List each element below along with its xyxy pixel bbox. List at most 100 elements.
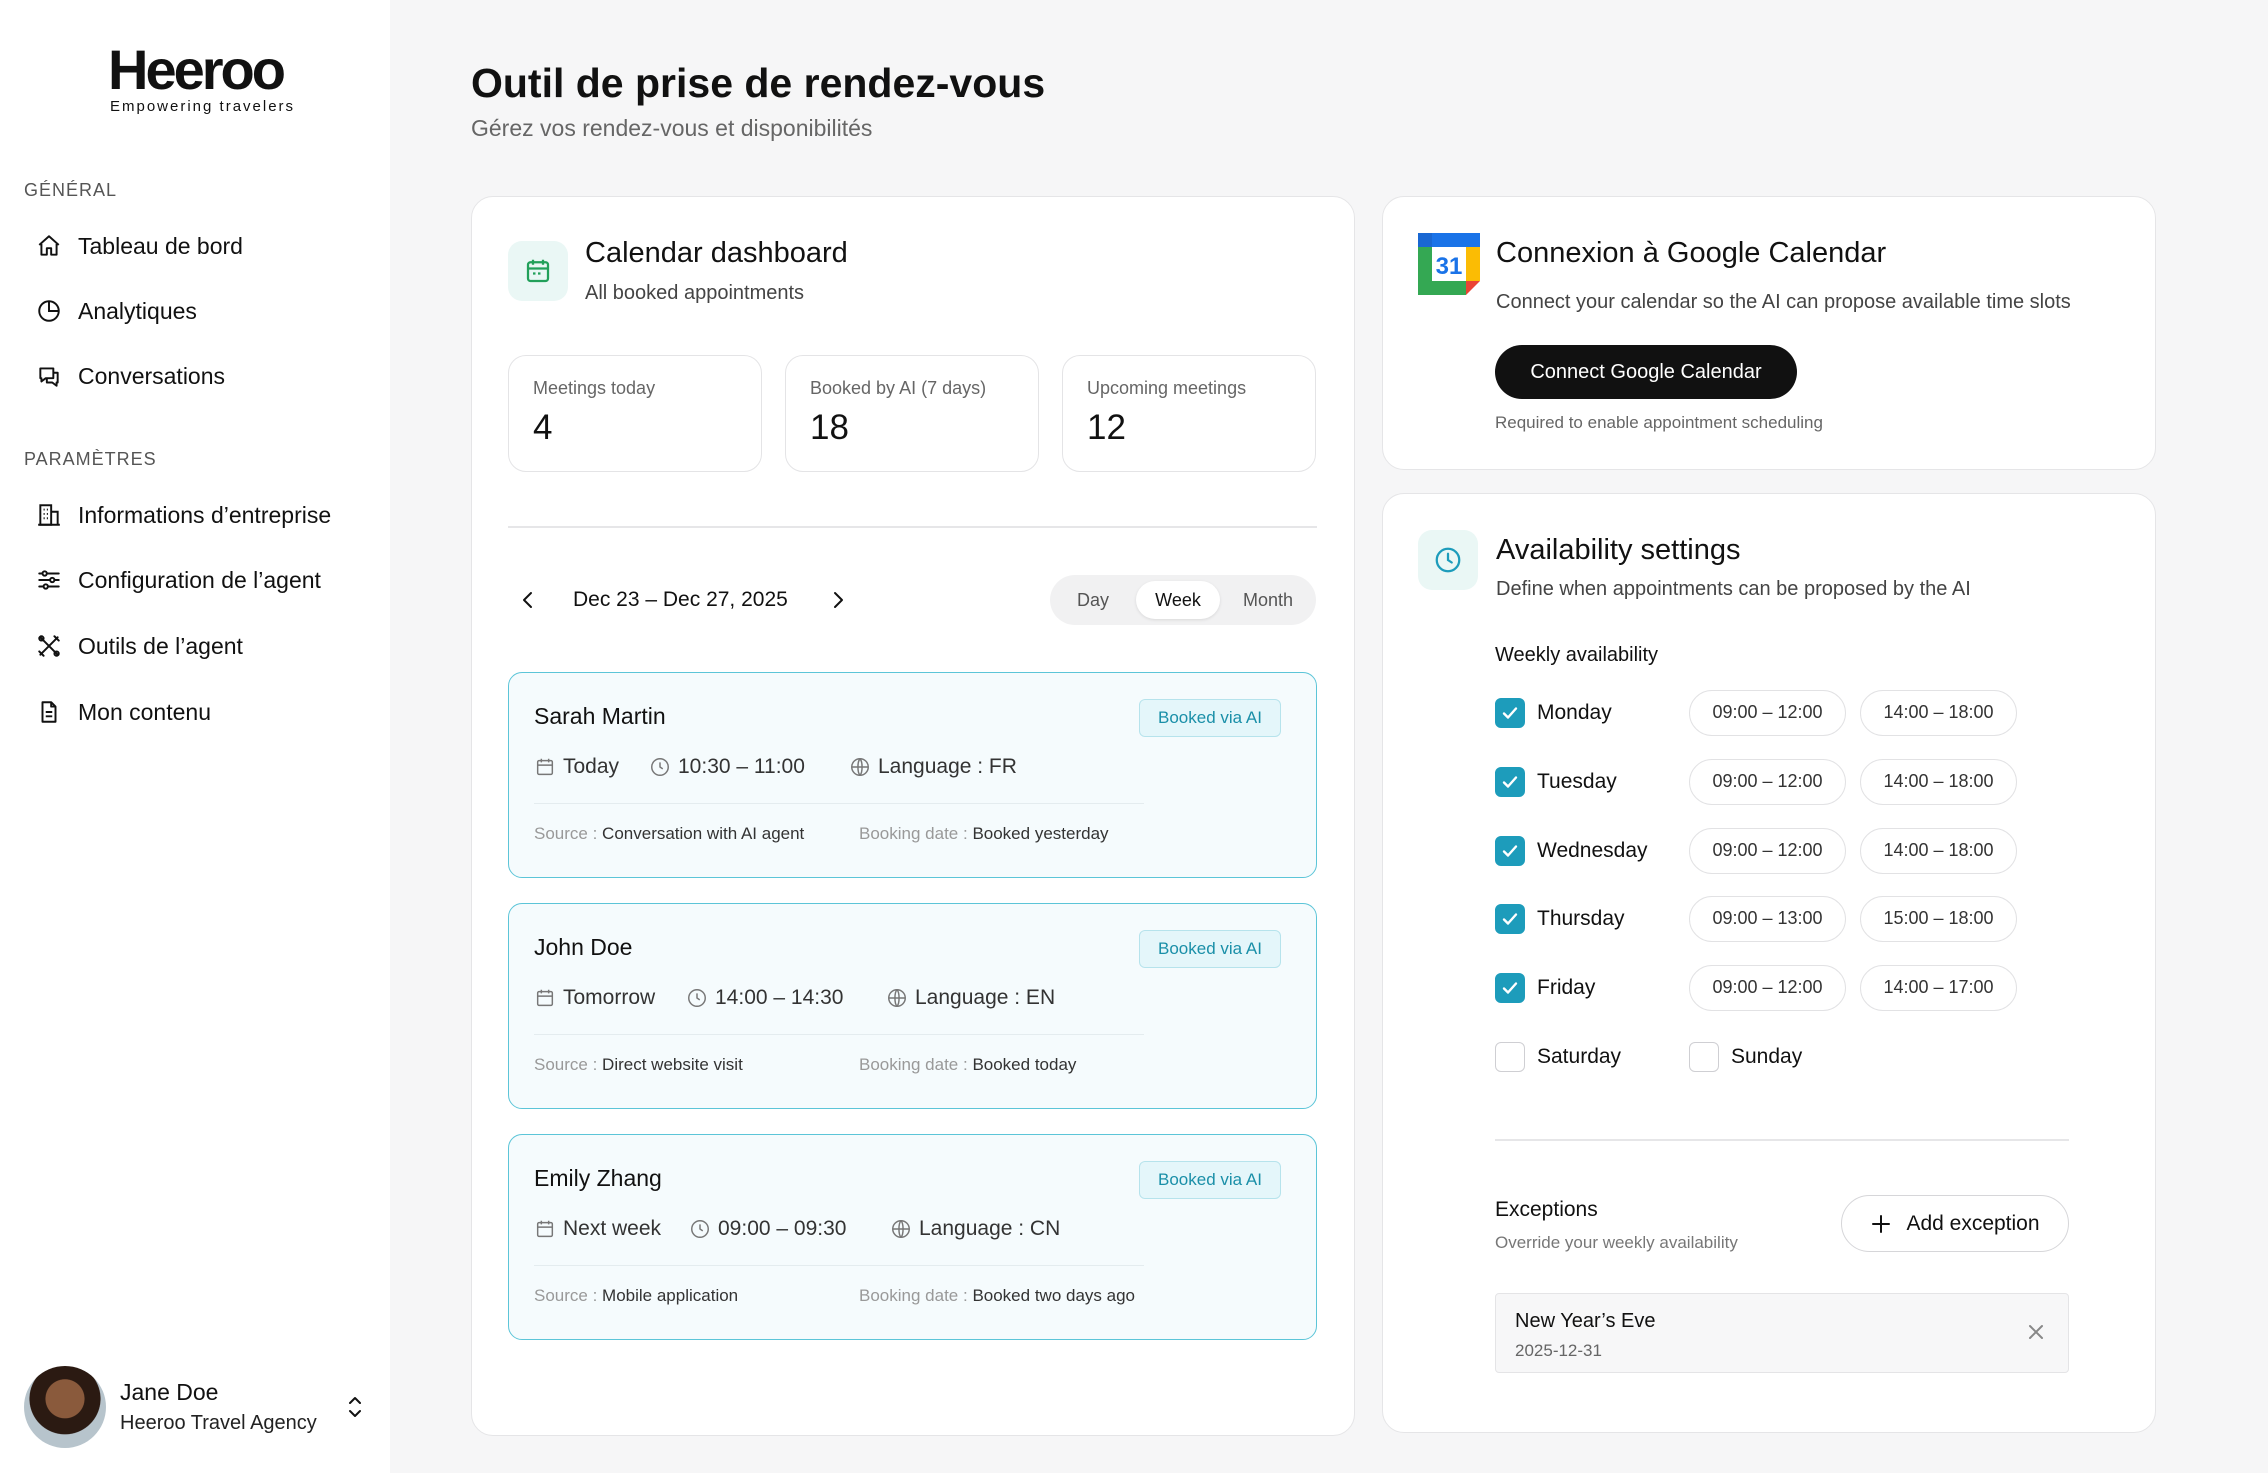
appointment-source: Source : Conversation with AI agent — [534, 824, 805, 843]
time-slot[interactable]: 14:00 – 18:00 — [1860, 759, 2017, 805]
brand-tagline: Empowering travelers — [110, 98, 296, 115]
sliders-icon — [36, 567, 62, 593]
appointment-card[interactable]: Sarah Martin Booked via AI Today 10:30 –… — [508, 672, 1317, 878]
appointment-time: 14:00 – 14:30 — [686, 986, 843, 1010]
add-exception-label: Add exception — [1906, 1211, 2040, 1235]
chat-icon — [36, 363, 62, 389]
close-icon[interactable] — [2026, 1322, 2046, 1342]
time-slot[interactable]: 09:00 – 12:00 — [1689, 759, 1846, 805]
sidebar-item-label: Informations d’entreprise — [78, 501, 332, 528]
chevron-right-icon[interactable] — [828, 588, 848, 612]
day-checkbox[interactable] — [1495, 904, 1525, 934]
sidebar-item-label: Analytiques — [78, 297, 197, 324]
google-calendar-day: 31 — [1436, 253, 1463, 280]
user-org: Heeroo Travel Agency — [120, 1412, 317, 1434]
appointment-time: 10:30 – 11:00 — [649, 755, 805, 779]
day-name: Thursday — [1537, 907, 1625, 930]
clock-icon — [686, 987, 708, 1009]
calendar-icon — [534, 987, 556, 1009]
day-name: Monday — [1537, 701, 1612, 724]
day-checkbox[interactable] — [1689, 1042, 1719, 1072]
stat-booked-by-ai: Booked by AI (7 days) 18 — [785, 355, 1039, 472]
calendar-subtitle: All booked appointments — [585, 282, 805, 304]
exceptions-title: Exceptions — [1495, 1198, 1598, 1221]
sidebar-item-my-content[interactable]: Mon contenu — [36, 692, 211, 732]
appointment-language: Language : EN — [886, 986, 1055, 1010]
add-exception-button[interactable]: Add exception — [1841, 1195, 2069, 1252]
view-day-button[interactable]: Day — [1056, 581, 1130, 619]
appointment-source: Source : Mobile application — [534, 1286, 739, 1305]
time-slot[interactable]: 09:00 – 12:00 — [1689, 965, 1846, 1011]
stat-label: Booked by AI (7 days) — [810, 378, 987, 398]
day-name: Saturday — [1537, 1045, 1622, 1068]
appointment-booking-date: Booking date : Booked two days ago — [859, 1286, 1135, 1305]
time-slot[interactable]: 09:00 – 12:00 — [1689, 828, 1846, 874]
google-subtitle: Connect your calendar so the AI can prop… — [1496, 291, 2071, 313]
sidebar-item-conversations[interactable]: Conversations — [36, 356, 225, 396]
time-slot[interactable]: 09:00 – 12:00 — [1689, 690, 1846, 736]
appointment-name: John Doe — [534, 934, 633, 960]
sidebar-item-agent-config[interactable]: Configuration de l’agent — [36, 560, 321, 600]
date-range: Dec 23 – Dec 27, 2025 — [573, 588, 788, 611]
day-checkbox[interactable] — [1495, 836, 1525, 866]
sidebar-item-label: Outils de l’agent — [78, 632, 243, 659]
appointment-name: Sarah Martin — [534, 703, 666, 729]
globe-icon — [849, 756, 871, 778]
booked-via-ai-badge: Booked via AI — [1139, 930, 1281, 968]
sidebar-item-dashboard[interactable]: Tableau de bord — [36, 226, 243, 266]
sidebar-item-label: Tableau de bord — [78, 232, 243, 259]
time-slot[interactable]: 09:00 – 13:00 — [1689, 896, 1846, 942]
stat-value: 4 — [533, 408, 553, 447]
brand-name: Heeroo — [108, 38, 286, 101]
globe-icon — [886, 987, 908, 1009]
appointment-day: Tomorrow — [534, 986, 655, 1010]
day-checkbox[interactable] — [1495, 698, 1525, 728]
plus-icon — [1870, 1213, 1892, 1235]
divider — [508, 526, 1317, 528]
stat-value: 18 — [810, 408, 849, 447]
booked-via-ai-badge: Booked via AI — [1139, 1161, 1281, 1199]
sidebar-item-company-info[interactable]: Informations d’entreprise — [36, 495, 331, 535]
day-checkbox[interactable] — [1495, 1042, 1525, 1072]
day-checkbox[interactable] — [1495, 767, 1525, 797]
appointment-card[interactable]: Emily Zhang Booked via AI Next week 09:0… — [508, 1134, 1317, 1340]
stat-label: Meetings today — [533, 378, 656, 398]
appointment-card[interactable]: John Doe Booked via AI Tomorrow 14:00 – … — [508, 903, 1317, 1109]
time-slot[interactable]: 14:00 – 17:00 — [1860, 965, 2017, 1011]
stat-value: 12 — [1087, 408, 1126, 447]
chevron-left-icon[interactable] — [518, 588, 538, 612]
brand-logo[interactable]: Heeroo Empowering travelers — [108, 38, 296, 116]
day-row-thursday: Thursday 09:00 – 13:00 15:00 – 18:00 — [1495, 896, 2031, 942]
user-menu[interactable]: Jane Doe Heeroo Travel Agency — [24, 1366, 364, 1448]
time-slot[interactable]: 14:00 – 18:00 — [1860, 690, 2017, 736]
calendar-icon — [534, 1218, 556, 1240]
calendar-icon — [534, 756, 556, 778]
time-slot[interactable]: 14:00 – 18:00 — [1860, 828, 2017, 874]
sidebar-item-label: Conversations — [78, 362, 226, 389]
time-slot[interactable]: 15:00 – 18:00 — [1860, 896, 2017, 942]
chevron-up-down-icon[interactable] — [346, 1394, 364, 1420]
exception-item: New Year’s Eve 2025-12-31 — [1495, 1293, 2069, 1373]
sidebar-item-analytics[interactable]: Analytiques — [36, 291, 197, 331]
divider — [534, 1265, 1144, 1266]
appointment-booking-date: Booking date : Booked today — [859, 1055, 1077, 1074]
sidebar-item-agent-tools[interactable]: Outils de l’agent — [36, 626, 243, 666]
availability-title: Availability settings — [1496, 534, 1741, 566]
day-row-monday: Monday 09:00 – 12:00 14:00 – 18:00 — [1495, 690, 2031, 736]
view-month-button[interactable]: Month — [1226, 581, 1310, 619]
user-name: Jane Doe — [120, 1379, 219, 1405]
day-row-wednesday: Wednesday 09:00 – 12:00 14:00 – 18:00 — [1495, 828, 2031, 874]
appointment-day: Today — [534, 755, 619, 779]
connect-google-calendar-button[interactable]: Connect Google Calendar — [1495, 345, 1797, 399]
user-info: Jane Doe Heeroo Travel Agency — [120, 1379, 317, 1435]
day-row-weekend: Saturday Sunday — [1495, 1034, 1883, 1080]
page-title: Outil de prise de rendez-vous — [471, 60, 1046, 106]
day-checkbox[interactable] — [1495, 973, 1525, 1003]
appointment-language: Language : CN — [890, 1217, 1060, 1241]
document-icon — [36, 699, 62, 725]
google-calendar-icon: 31 — [1418, 233, 1480, 295]
section-settings-label: PARAMÈTRES — [24, 449, 157, 469]
google-note: Required to enable appointment schedulin… — [1495, 413, 1823, 432]
view-week-button[interactable]: Week — [1136, 581, 1220, 619]
google-title: Connexion à Google Calendar — [1496, 237, 1887, 269]
